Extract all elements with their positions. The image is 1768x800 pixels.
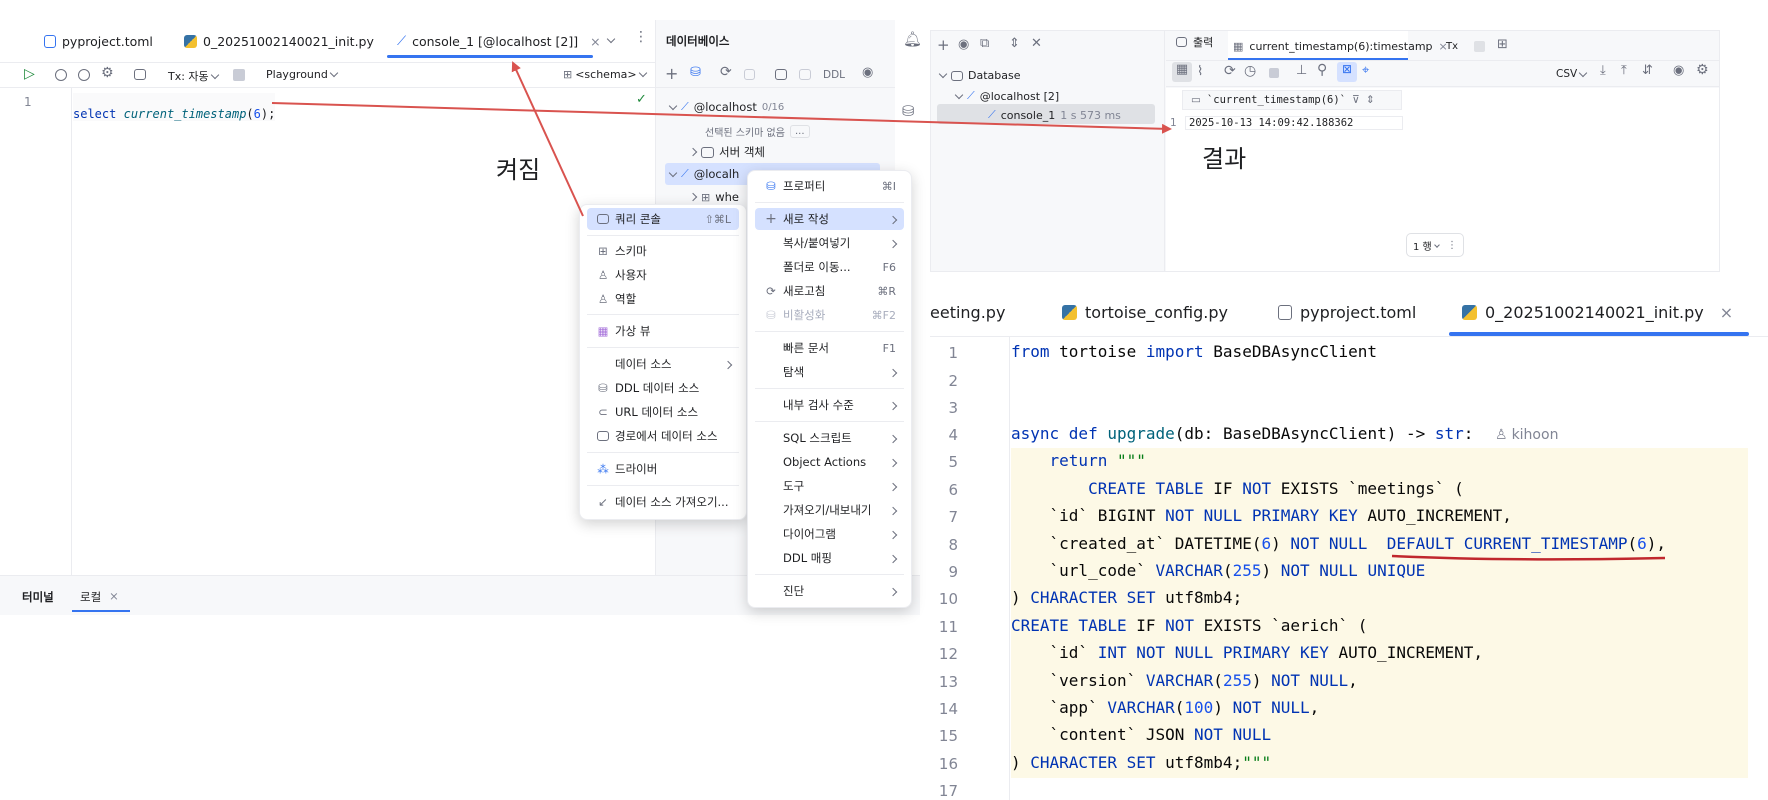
arrow-to-result [271,102,1172,134]
annotation-overlay [271,61,1666,561]
underline-default-timestamp [1391,554,1666,561]
arrow-to-console-tab [511,61,584,217]
